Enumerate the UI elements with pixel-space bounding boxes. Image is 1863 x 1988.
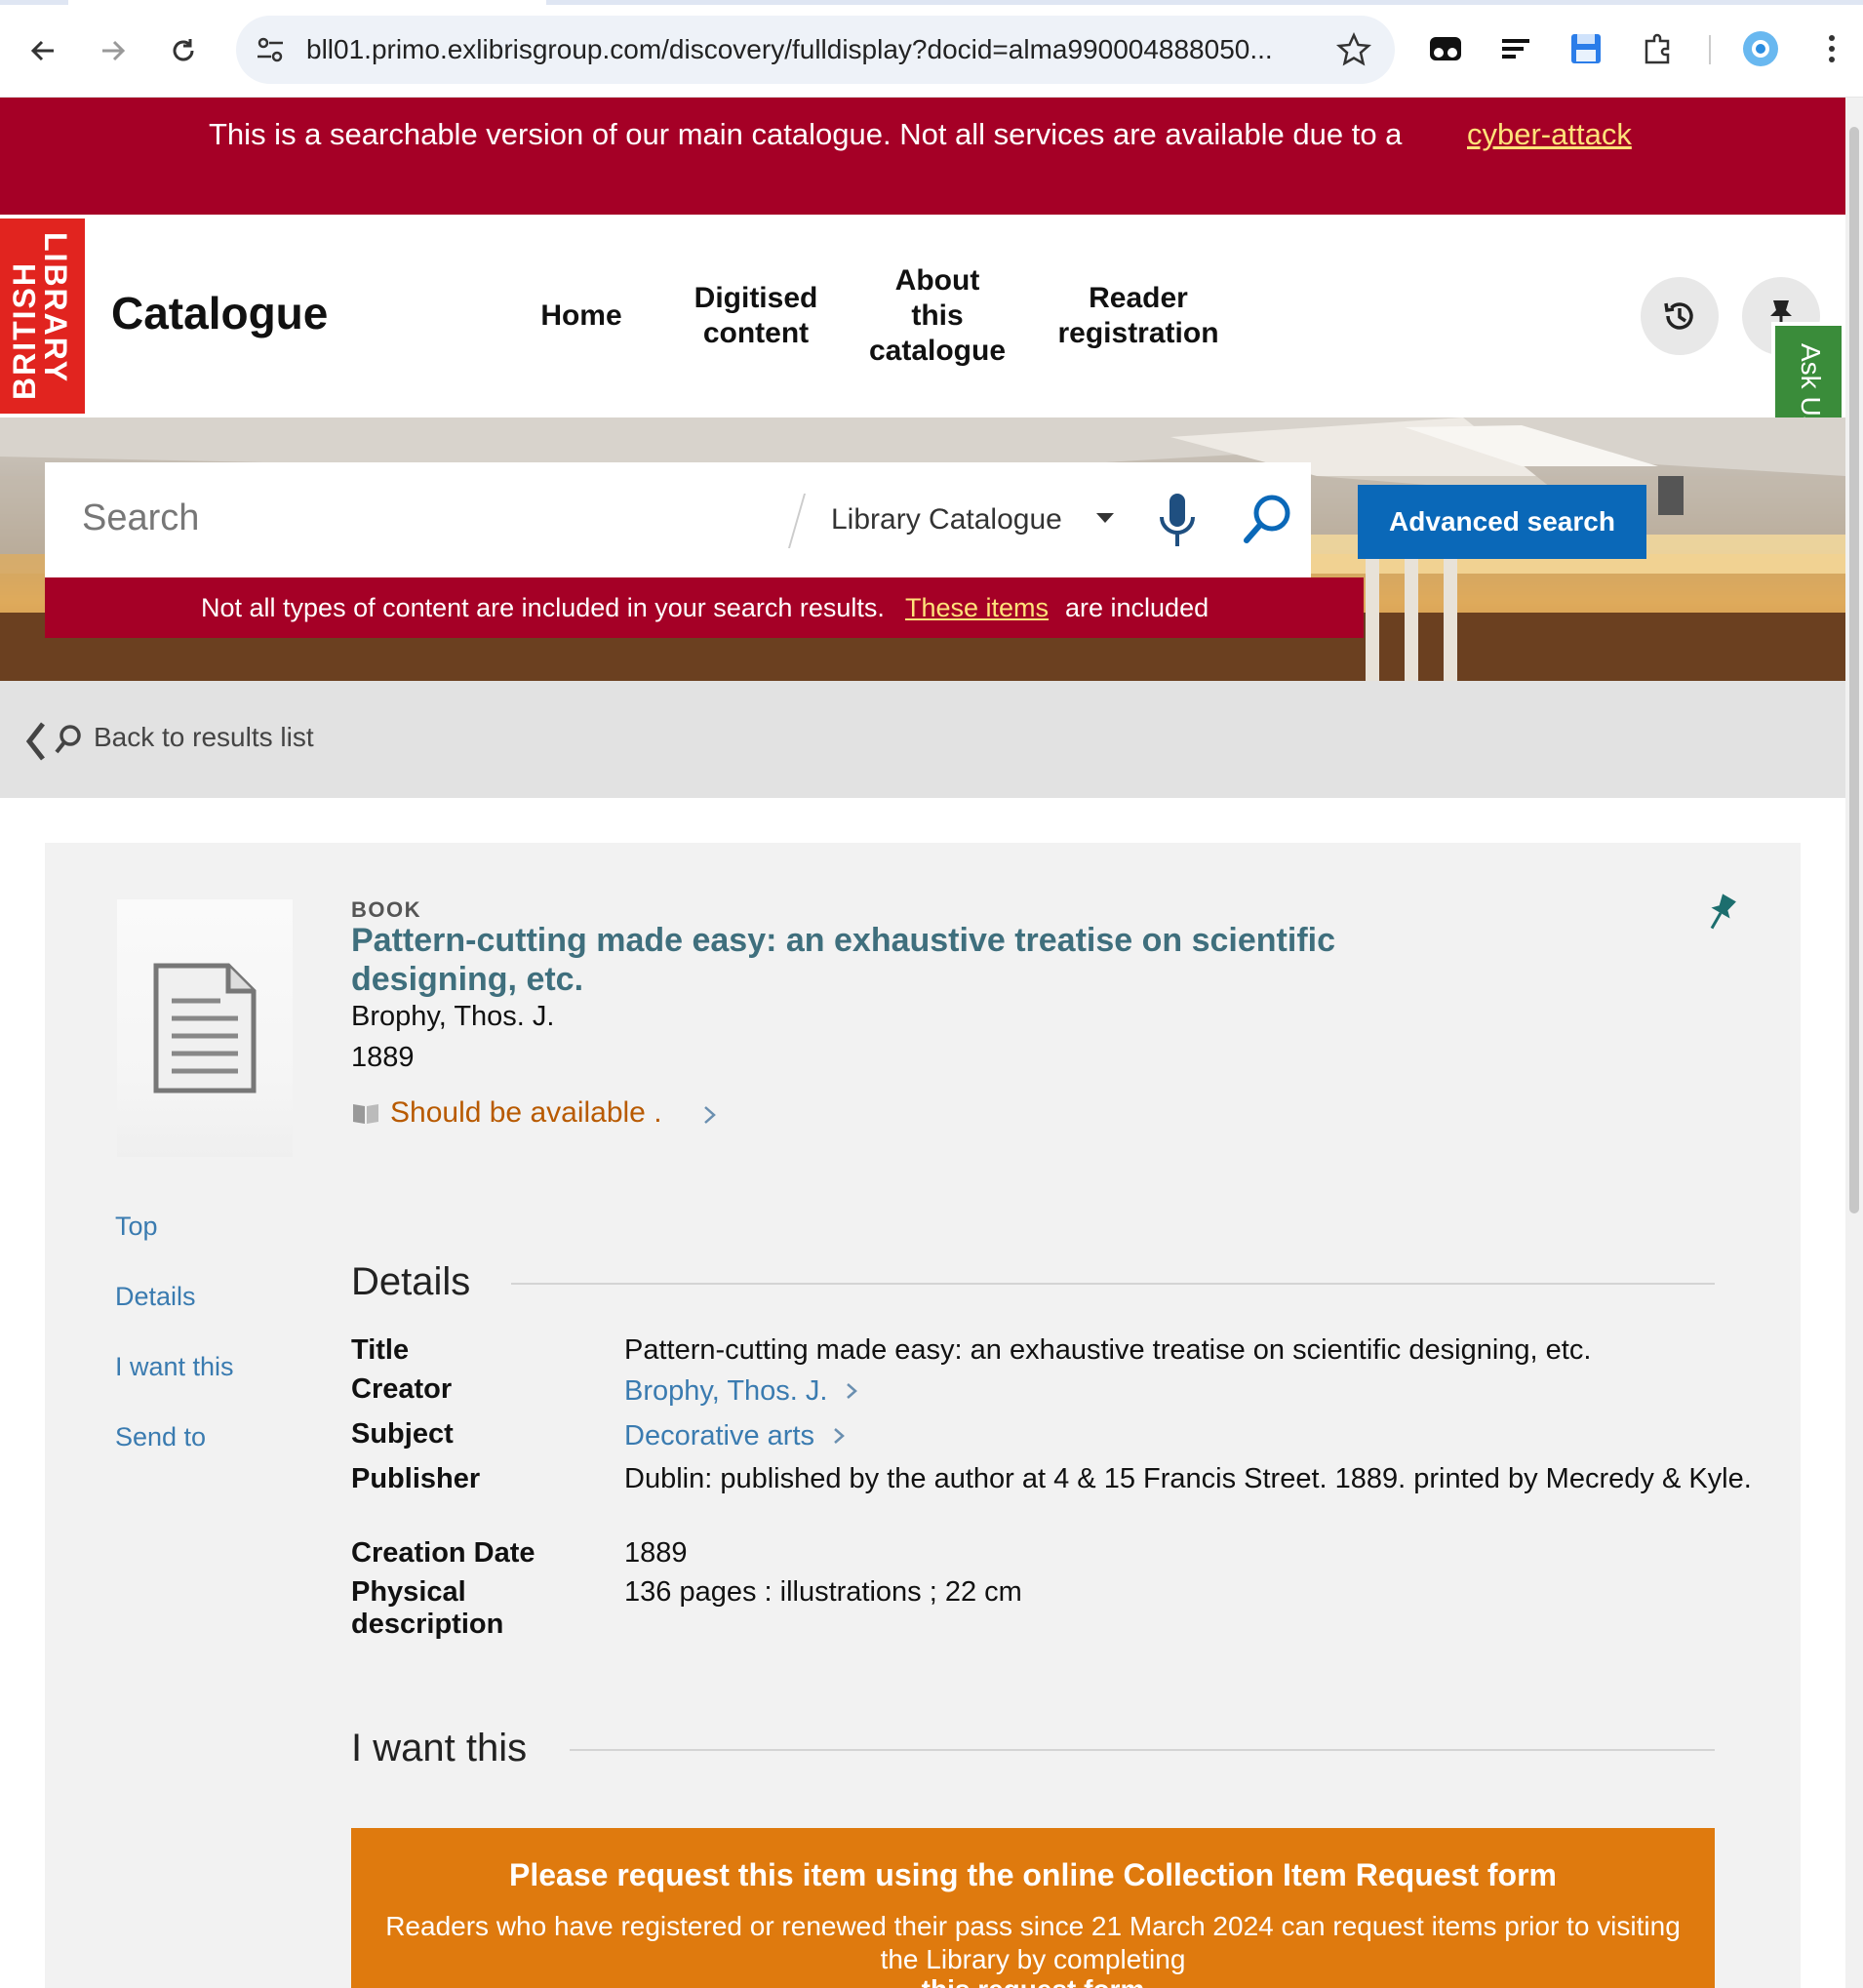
site-header: BRITISH LIBRARY Catalogue Home Digitised… xyxy=(0,215,1845,417)
content-scope-notice: Not all types of content are included in… xyxy=(45,577,1364,638)
open-book-icon xyxy=(353,1104,378,1124)
nav-reader-line2: registration xyxy=(1057,317,1219,349)
nav-home[interactable]: Home xyxy=(533,298,630,334)
sidenav-top[interactable]: Top xyxy=(115,1212,158,1242)
cyber-attack-banner: This is a searchable version of our main… xyxy=(0,98,1845,215)
reading-list-icon[interactable] xyxy=(1496,29,1535,68)
voice-search-microphone-icon[interactable] xyxy=(1153,492,1202,550)
request-title: Please request this item using the onlin… xyxy=(509,1857,1557,1892)
details-rule xyxy=(511,1283,1715,1285)
chevron-right-icon xyxy=(834,1428,845,1444)
creator-link[interactable]: Brophy, Thos. J. xyxy=(624,1375,827,1407)
detail-label-subject: Subject xyxy=(351,1418,454,1450)
nav-about-catalogue[interactable]: About this catalogue xyxy=(856,263,1018,369)
browser-toolbar: bll01.primo.exlibrisgroup.com/discovery/… xyxy=(0,0,1863,98)
search-scope-select[interactable]: Library Catalogue xyxy=(831,503,1062,537)
record-creator: Brophy, Thos. J. xyxy=(351,1001,555,1032)
bookmark-star-icon[interactable] xyxy=(1334,30,1373,69)
detail-value-subject[interactable]: Decorative arts xyxy=(624,1420,1756,1452)
request-form-link[interactable]: this request form xyxy=(351,1974,1715,1988)
profile-avatar-icon[interactable] xyxy=(1741,29,1780,68)
search-magnifier-icon[interactable] xyxy=(1241,492,1295,546)
british-library-logo[interactable]: BRITISH LIBRARY xyxy=(0,219,85,414)
record-year: 1889 xyxy=(351,1042,415,1073)
pin-record-icon[interactable] xyxy=(1703,892,1738,934)
detail-value-creator[interactable]: Brophy, Thos. J. xyxy=(624,1375,1756,1408)
advanced-search-button[interactable]: Advanced search xyxy=(1358,485,1646,559)
detail-value-creation-date: 1889 xyxy=(624,1537,688,1569)
i-want-this-heading: I want this xyxy=(351,1727,528,1769)
nav-digitised-line2: content xyxy=(702,317,810,349)
these-items-link[interactable]: These items xyxy=(905,593,1049,623)
request-text: Readers who have registered or renewed t… xyxy=(385,1911,1681,1974)
search-divider xyxy=(787,494,807,548)
logo-text-british: BRITISH xyxy=(7,261,42,400)
search-history-button[interactable] xyxy=(1641,277,1719,355)
cyber-attack-link[interactable]: cyber-attack xyxy=(1467,117,1632,152)
banner-text: This is a searchable version of our main… xyxy=(209,117,1403,151)
nav-reader-registration[interactable]: Reader registration xyxy=(1046,281,1231,351)
search-bar: Search Library Catalogue xyxy=(45,462,1311,577)
notice-text: Not all types of content are included in… xyxy=(201,593,885,622)
forward-arrow-icon[interactable] xyxy=(90,27,137,74)
catalogue-title[interactable]: Catalogue xyxy=(111,287,328,339)
scrollbar-thumb[interactable] xyxy=(1849,127,1859,1213)
toolbar-divider xyxy=(1709,35,1711,64)
incognito-extension-icon[interactable] xyxy=(1426,29,1465,68)
detail-label-title: Title xyxy=(351,1334,410,1366)
detail-value-publisher: Dublin: published by the author at 4 & 1… xyxy=(624,1463,1752,1494)
detail-label-publisher: Publisher xyxy=(351,1463,481,1494)
detail-label-creator: Creator xyxy=(351,1373,453,1405)
chevron-right-icon xyxy=(704,1106,716,1124)
record-type: BOOK xyxy=(351,897,421,922)
nav-digitised-line1: Digitised xyxy=(694,282,818,314)
notice-tail: are included xyxy=(1065,593,1209,622)
record-thumbnail xyxy=(117,899,293,1157)
back-to-results-link[interactable]: Back to results list xyxy=(94,722,314,753)
request-notice: Please request this item using the onlin… xyxy=(351,1828,1715,1988)
sidenav-details[interactable]: Details xyxy=(115,1282,196,1312)
nav-home-label: Home xyxy=(540,299,622,332)
nav-digitised-content[interactable]: Digitised content xyxy=(683,281,829,351)
tab-strip-right xyxy=(546,0,1863,5)
more-menu-icon[interactable] xyxy=(1812,29,1851,68)
site-settings-icon[interactable] xyxy=(254,33,287,66)
detail-label-physical-description: Physical description xyxy=(351,1576,504,1640)
tab-strip-left xyxy=(0,0,68,5)
details-heading: Details xyxy=(351,1260,471,1303)
record-title[interactable]: Pattern-cutting made easy: an exhaustive… xyxy=(351,921,1385,999)
sidenav-i-want-this[interactable]: I want this xyxy=(115,1352,234,1382)
back-to-results-bar: Back to results list xyxy=(0,681,1845,798)
availability-text: Should be available . xyxy=(390,1096,662,1129)
save-floppy-icon[interactable] xyxy=(1566,29,1605,68)
nav-reader-line1: Reader xyxy=(1089,282,1188,314)
history-clock-icon xyxy=(1664,302,1693,330)
subject-link[interactable]: Decorative arts xyxy=(624,1420,814,1451)
address-bar[interactable]: bll01.primo.exlibrisgroup.com/discovery/… xyxy=(236,16,1395,84)
chevron-right-icon xyxy=(847,1383,858,1399)
reload-icon[interactable] xyxy=(160,27,207,74)
page-scrollbar[interactable] xyxy=(1845,98,1863,1988)
nav-about-line2: this xyxy=(911,299,964,332)
url-text[interactable]: bll01.primo.exlibrisgroup.com/discovery/… xyxy=(306,34,1273,65)
scope-dropdown-caret-icon[interactable] xyxy=(1096,513,1114,523)
document-icon xyxy=(153,963,257,1093)
search-input[interactable]: Search xyxy=(82,497,199,539)
back-search-icon[interactable] xyxy=(25,720,88,763)
detail-label-creation-date: Creation Date xyxy=(351,1537,535,1569)
nav-about-line3: catalogue xyxy=(868,335,1007,367)
i-want-this-rule xyxy=(570,1749,1715,1751)
sidenav-send-to[interactable]: Send to xyxy=(115,1422,206,1452)
record-full-display: BOOK Pattern-cutting made easy: an exhau… xyxy=(45,843,1801,1988)
extensions-puzzle-icon[interactable] xyxy=(1639,29,1678,68)
detail-value-title: Pattern-cutting made easy: an exhaustive… xyxy=(624,1334,1592,1366)
detail-value-physical-description: 136 pages : illustrations ; 22 cm xyxy=(624,1576,1022,1608)
back-arrow-icon[interactable] xyxy=(20,27,66,74)
logo-text-library: LIBRARY xyxy=(38,232,73,383)
nav-about-line1: About xyxy=(894,264,980,297)
